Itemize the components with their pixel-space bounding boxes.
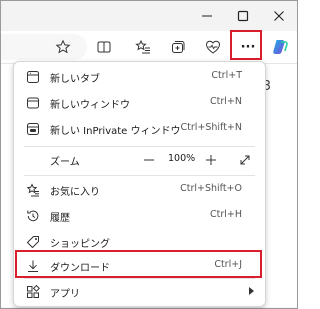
- zoom-label: ズーム: [50, 157, 80, 168]
- copilot-icon: [273, 40, 288, 54]
- star-icon: [55, 39, 71, 54]
- menu-item-label: お気に入り: [50, 187, 100, 198]
- minus-icon: [144, 159, 154, 161]
- menu-item-history[interactable]: 履歴 Ctrl+H: [15, 203, 264, 229]
- menu-item-label: 新しい InPrivate ウィンドウ: [50, 126, 181, 137]
- menu-item-new-tab[interactable]: 新しいタブ Ctrl+T: [15, 64, 264, 90]
- maximize-icon: [237, 10, 249, 22]
- minimize-icon: [202, 15, 212, 17]
- more-button-highlight: [230, 30, 262, 60]
- menu-item-new-window[interactable]: 新しいウィンドウ Ctrl+N: [15, 90, 264, 116]
- fullscreen-button[interactable]: [235, 150, 255, 170]
- inprivate-window-icon: [25, 121, 41, 137]
- menu-item-shortcut: Ctrl+Shift+O: [180, 183, 242, 194]
- menu-item-shortcut: Ctrl+H: [209, 209, 242, 220]
- menu-item-zoom: ズーム 100%: [15, 147, 264, 173]
- copilot-button[interactable]: [268, 35, 292, 59]
- zoom-out-button[interactable]: [139, 150, 159, 170]
- menu-item-favorites[interactable]: お気に入り Ctrl+Shift+O: [15, 177, 264, 203]
- close-icon: [274, 11, 284, 21]
- menu-item-label: アプリ: [50, 289, 80, 300]
- collections-button[interactable]: [166, 35, 190, 59]
- favorites-icon: [25, 182, 41, 198]
- downloads-highlight: [15, 250, 262, 278]
- minimize-button[interactable]: [189, 1, 225, 31]
- menu-item-shortcut: Ctrl+N: [210, 96, 242, 107]
- tag-icon: [25, 234, 41, 250]
- menu-item-label: ショッピング: [50, 239, 110, 250]
- zoom-level: 100%: [168, 153, 196, 164]
- menu-item-shortcut: Ctrl+T: [211, 70, 242, 81]
- favorites-button[interactable]: [131, 35, 155, 59]
- split-screen-button[interactable]: [92, 35, 116, 59]
- menu-separator: [24, 175, 255, 176]
- fullscreen-icon: [240, 155, 250, 165]
- favorites-list-icon: [135, 39, 150, 54]
- new-tab-icon: [25, 69, 41, 85]
- plus-icon: [206, 155, 216, 165]
- heart-pulse-icon: [205, 40, 221, 54]
- zoom-in-button[interactable]: [201, 150, 221, 170]
- menu-item-label: 履歴: [50, 213, 70, 224]
- maximize-button[interactable]: [225, 1, 261, 31]
- history-icon: [25, 208, 41, 224]
- new-window-icon: [25, 95, 41, 111]
- submenu-chevron-icon: [249, 287, 254, 295]
- browser-essentials-button[interactable]: [201, 35, 225, 59]
- menu-item-label: 新しいタブ: [50, 74, 100, 85]
- menu-item-apps[interactable]: アプリ: [15, 279, 264, 305]
- split-screen-icon: [97, 41, 111, 53]
- favorite-star-button[interactable]: [51, 35, 75, 59]
- collections-icon: [172, 41, 185, 53]
- menu-item-new-inprivate-window[interactable]: 新しい InPrivate ウィンドウ Ctrl+Shift+N: [15, 116, 264, 142]
- title-bar: [1, 1, 297, 31]
- apps-icon: [25, 284, 41, 300]
- close-button[interactable]: [261, 1, 297, 31]
- menu-item-label: 新しいウィンドウ: [50, 100, 130, 111]
- menu-item-shortcut: Ctrl+Shift+N: [180, 122, 242, 133]
